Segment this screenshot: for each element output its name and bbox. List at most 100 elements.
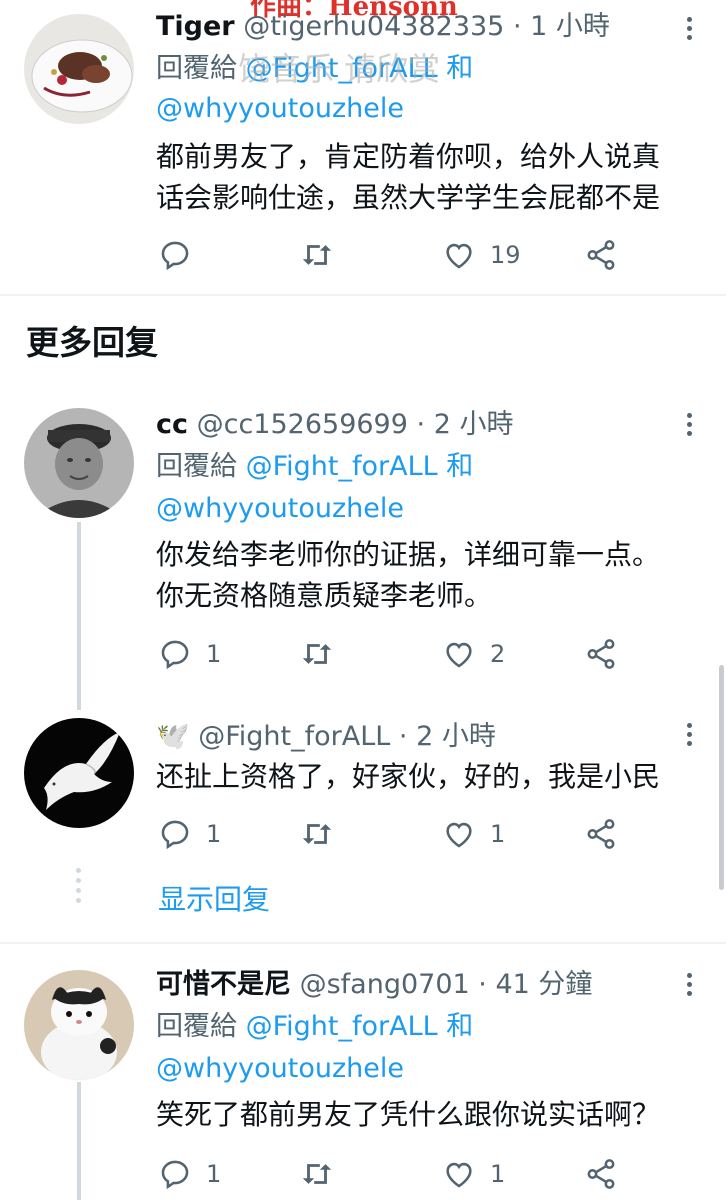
reply-and: 和 xyxy=(446,451,474,482)
separator-dot: · xyxy=(512,11,522,42)
reply-button[interactable]: 1 xyxy=(158,1156,221,1192)
retweet-icon xyxy=(302,1164,332,1184)
separator-dot: · xyxy=(398,721,408,752)
divider xyxy=(0,942,726,944)
reply-prefix: 回覆給 xyxy=(156,1011,237,1042)
heart-icon xyxy=(446,1162,472,1188)
user-handle[interactable]: @cc152659699 xyxy=(197,409,408,440)
user-handle[interactable]: @tigerhu04382335 xyxy=(243,11,504,42)
text-line: 还扯上资格了，好家伙，好的，我是小民 xyxy=(156,760,661,793)
share-button[interactable] xyxy=(584,1156,618,1192)
text-line: 你发给李老师你的证据，详细可靠一点。 xyxy=(156,538,661,571)
reply-icon xyxy=(161,820,189,850)
tweet-fight-forall[interactable]: 🕊️ @Fight_forALL · 2 小時 还扯上资格了，好家伙，好的，我是… xyxy=(0,716,726,866)
reply-icon xyxy=(161,1160,189,1190)
like-button[interactable]: 1 xyxy=(442,816,505,852)
more-options-icon[interactable] xyxy=(680,410,698,440)
more-options-icon[interactable] xyxy=(680,14,698,44)
retweet-icon xyxy=(302,245,332,265)
mention-link[interactable]: @whyyoutouzhele xyxy=(156,493,404,524)
share-button[interactable] xyxy=(584,636,618,672)
retweet-icon xyxy=(302,644,332,664)
reply-context: 回覆給 @Fight_forALL 和 xyxy=(156,1008,473,1046)
show-replies-link[interactable]: 显示回复 xyxy=(158,878,270,918)
separator-dot: · xyxy=(416,409,426,440)
mention-link[interactable]: @whyyoutouzhele xyxy=(156,93,404,124)
tweet-cc[interactable]: cc @cc152659699 · 2 小時 回覆給 @Fight_forALL… xyxy=(0,400,726,710)
text-line: 话会影响仕途，虽然大学学生会屁都不是 xyxy=(156,181,661,214)
retweet-button[interactable] xyxy=(300,816,348,852)
text-line: 你无资格随意质疑李老师。 xyxy=(156,579,493,612)
share-icon xyxy=(587,639,615,669)
like-button[interactable]: 19 xyxy=(442,237,521,273)
reply-icon xyxy=(161,640,189,670)
like-button[interactable]: 2 xyxy=(442,636,505,672)
reply-count: 1 xyxy=(206,640,222,668)
share-icon xyxy=(587,819,615,849)
tweet-header: 🕊️ @Fight_forALL · 2 小時 xyxy=(156,720,496,754)
display-name[interactable]: cc xyxy=(156,409,188,440)
portrait-avatar-icon xyxy=(24,408,134,518)
avatar[interactable] xyxy=(24,14,134,124)
display-name[interactable]: 可惜不是尼 xyxy=(156,969,291,1000)
retweet-button[interactable] xyxy=(300,636,348,672)
text-line: 笑死了都前男友了凭什么跟你说实话啊？ xyxy=(156,1098,661,1131)
retweet-button[interactable] xyxy=(300,237,348,273)
thread-more-dots xyxy=(76,868,82,908)
reply-context: 回覆給 @Fight_forALL 和 xyxy=(156,50,473,88)
text-line: 都前男友了，肯定防着你呗，给外人说真 xyxy=(156,140,661,173)
mention-link[interactable]: @Fight_forALL xyxy=(246,1011,438,1042)
heart-icon xyxy=(446,642,472,668)
retweet-button[interactable] xyxy=(300,1156,348,1192)
share-icon xyxy=(587,240,615,270)
reply-button[interactable]: 1 xyxy=(158,816,221,852)
tweet-text: 你发给李老师你的证据，详细可靠一点。 你无资格随意质疑李老师。 xyxy=(156,534,660,616)
tweet-header: 可惜不是尼 @sfang0701 · 41 分鐘 xyxy=(156,968,592,1002)
share-button[interactable] xyxy=(584,816,618,852)
timestamp[interactable]: 2 小時 xyxy=(416,721,496,752)
tweet-text: 笑死了都前男友了凭什么跟你说实话啊？ xyxy=(156,1094,660,1135)
user-handle[interactable]: @sfang0701 xyxy=(300,969,470,1000)
user-handle[interactable]: @Fight_forALL xyxy=(198,721,390,752)
scrollbar-thumb[interactable] xyxy=(719,665,724,890)
reply-count: 1 xyxy=(206,820,222,848)
divider xyxy=(0,294,726,296)
avatar[interactable] xyxy=(24,718,134,828)
reply-button[interactable] xyxy=(158,237,206,273)
share-button[interactable] xyxy=(584,237,618,273)
tweet-text: 都前男友了，肯定防着你呗，给外人说真 话会影响仕途，虽然大学学生会屁都不是 xyxy=(156,136,660,218)
separator-dot: · xyxy=(478,969,487,1000)
food-plate-avatar-icon xyxy=(24,14,134,124)
reply-button[interactable]: 1 xyxy=(158,636,221,672)
thread-connector xyxy=(77,522,81,710)
reply-context: 回覆給 @Fight_forALL 和 xyxy=(156,448,473,486)
tweet-sfang[interactable]: 可惜不是尼 @sfang0701 · 41 分鐘 回覆給 @Fight_forA… xyxy=(0,960,726,1200)
avatar[interactable] xyxy=(24,408,134,518)
reply-count: 1 xyxy=(206,1160,222,1188)
reply-prefix: 回覆給 xyxy=(156,451,237,482)
retweet-icon xyxy=(302,824,332,844)
avatar[interactable] xyxy=(24,970,134,1080)
timestamp[interactable]: 41 分鐘 xyxy=(495,969,592,1000)
like-count: 1 xyxy=(490,820,506,848)
like-button[interactable]: 1 xyxy=(442,1156,505,1192)
cat-avatar-icon xyxy=(24,970,134,1080)
more-options-icon[interactable] xyxy=(680,720,698,750)
timestamp[interactable]: 1 小時 xyxy=(530,11,610,42)
heart-icon xyxy=(446,243,472,269)
timestamp[interactable]: 2 小時 xyxy=(434,409,514,440)
reply-prefix: 回覆給 xyxy=(156,53,237,84)
mention-link[interactable]: @whyyoutouzhele xyxy=(156,1053,404,1084)
dove-avatar-icon xyxy=(24,718,134,828)
mention-link[interactable]: @Fight_forALL xyxy=(246,53,438,84)
more-options-icon[interactable] xyxy=(680,970,698,1000)
tweet-tiger[interactable]: Tiger @tigerhu04382335 · 1 小時 回覆給 @Fight… xyxy=(0,0,726,296)
mention-link[interactable]: @Fight_forALL xyxy=(246,451,438,482)
thread-connector xyxy=(77,1082,81,1200)
like-count: 1 xyxy=(490,1160,506,1188)
tweet-text: 还扯上资格了，好家伙，好的，我是小民 xyxy=(156,756,660,797)
share-icon xyxy=(587,1159,615,1189)
display-name[interactable]: Tiger xyxy=(156,11,235,42)
heart-icon xyxy=(446,822,472,848)
display-name[interactable]: 🕊️ xyxy=(156,721,190,752)
